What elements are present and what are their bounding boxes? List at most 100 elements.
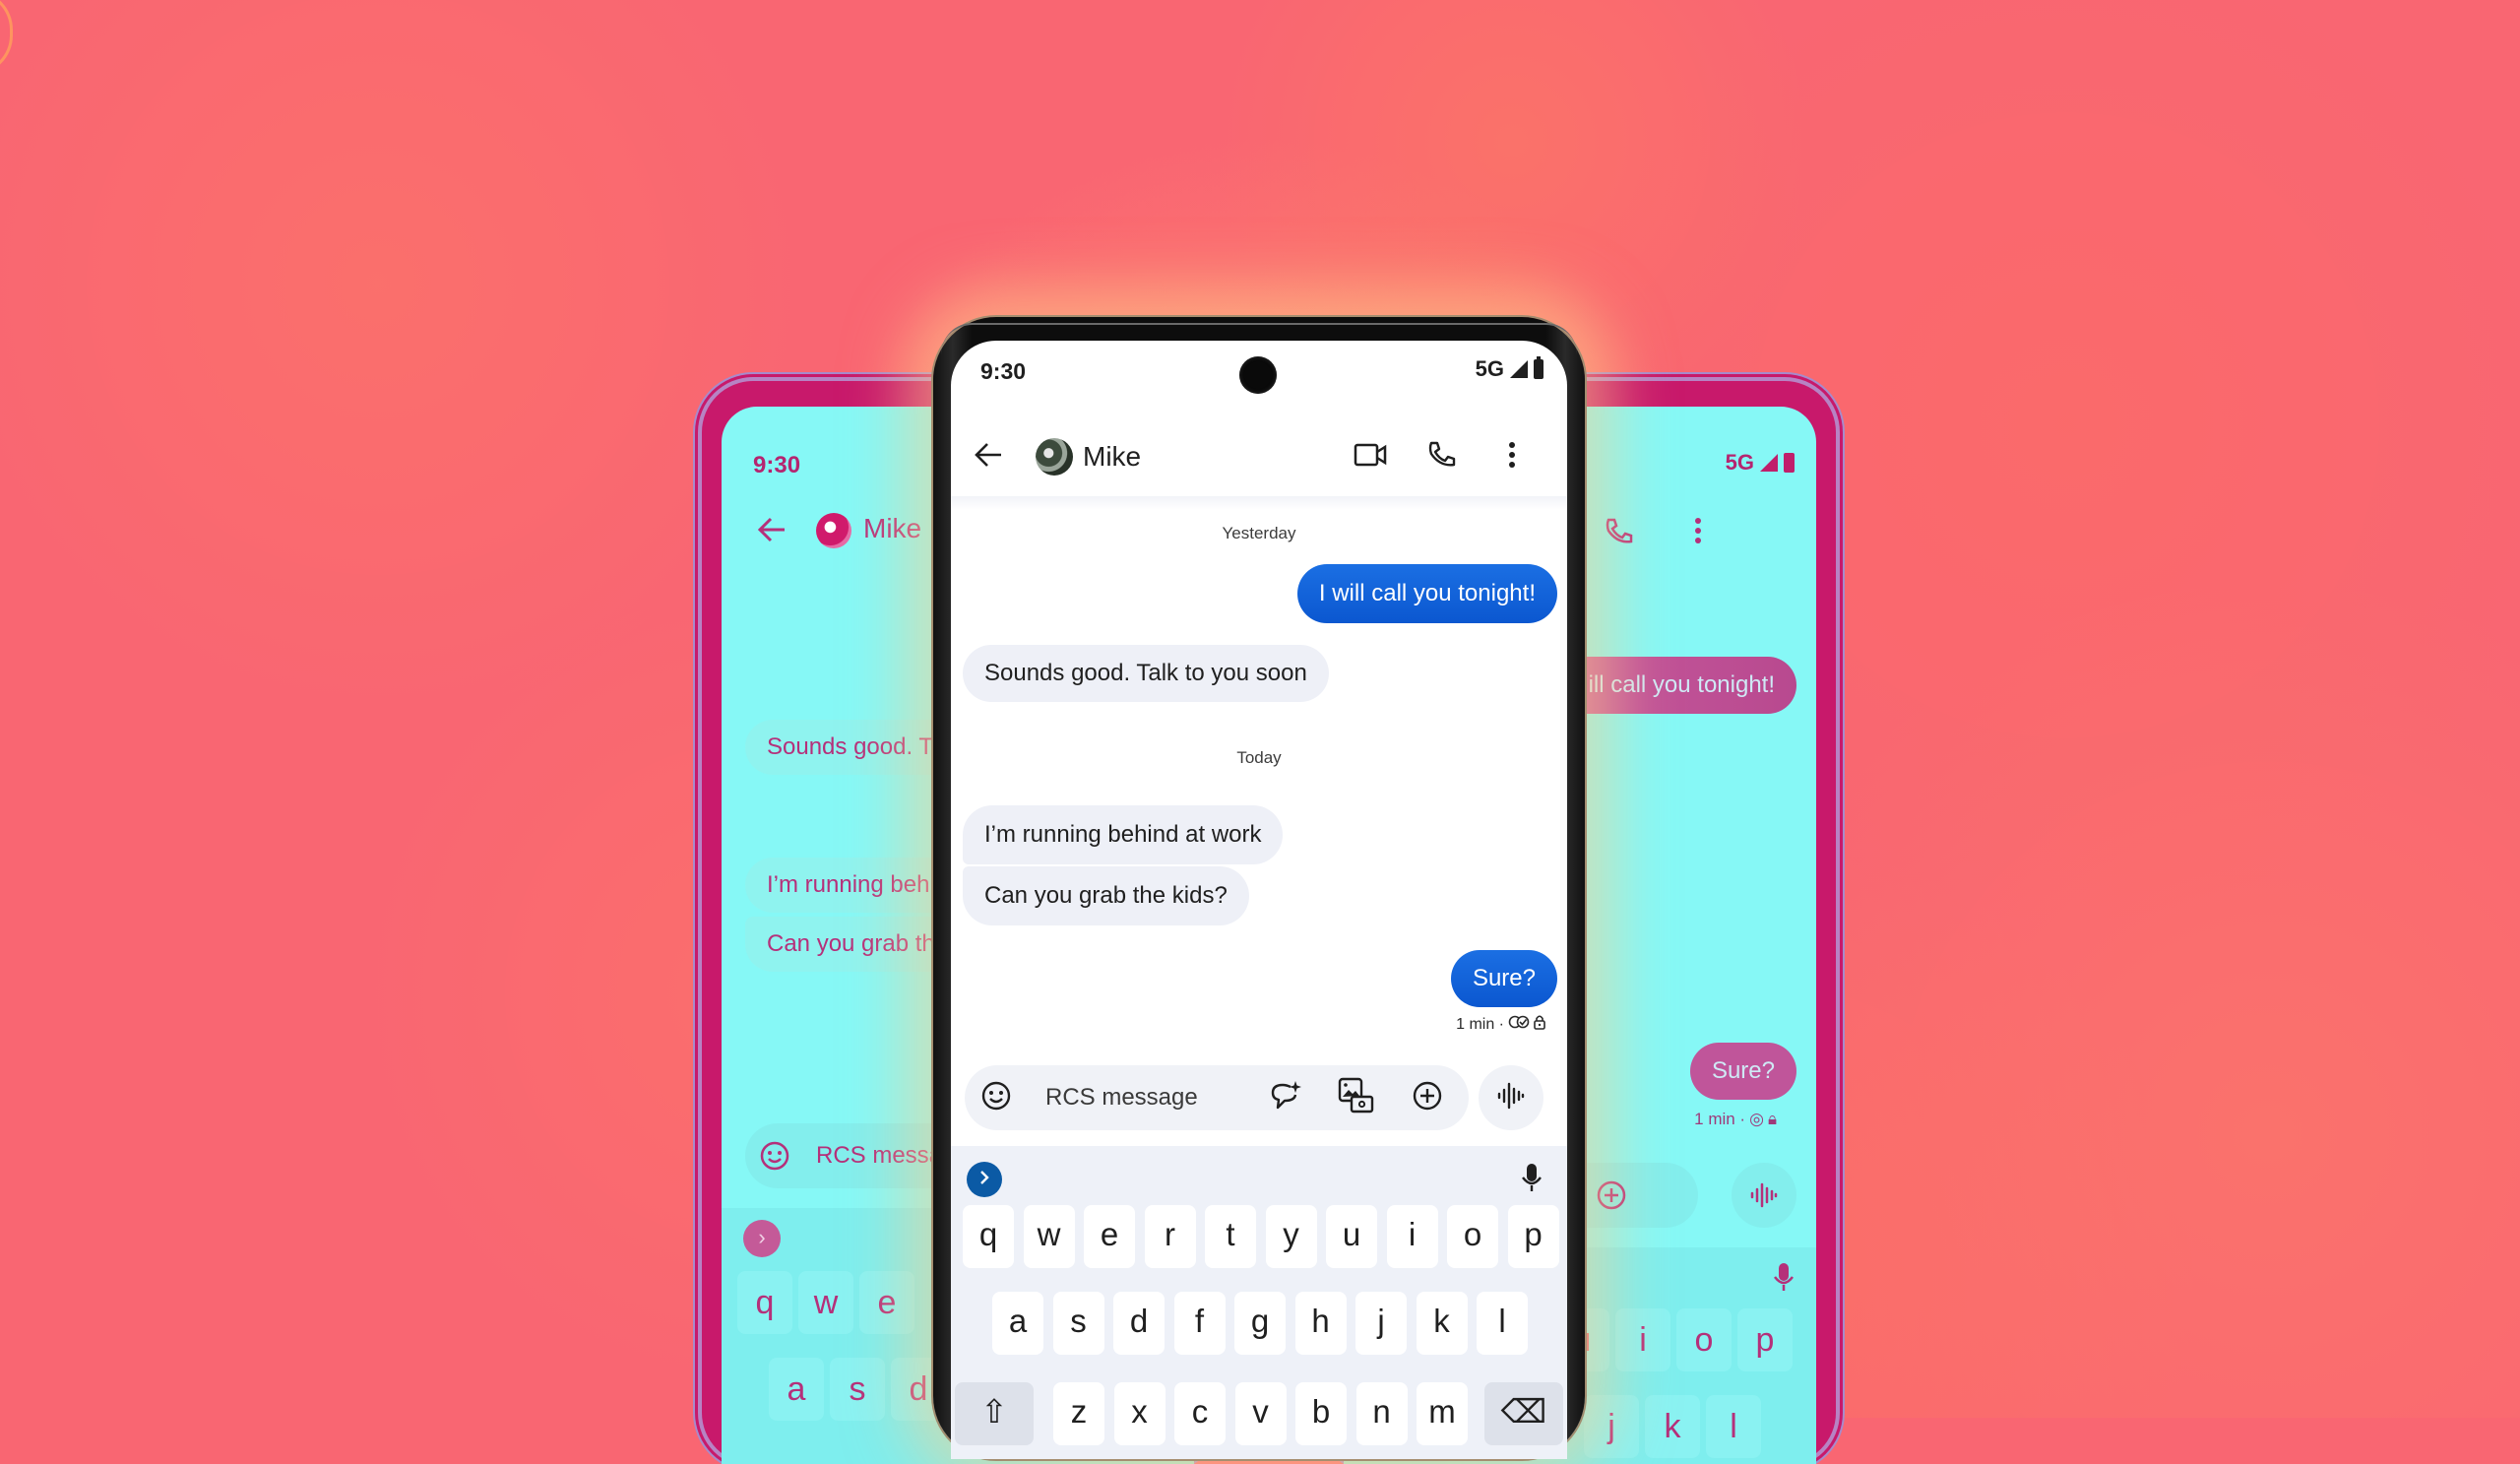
- backspace-key[interactable]: ⌫: [1484, 1382, 1563, 1445]
- conversation-header: Mike: [951, 423, 1567, 490]
- message-incoming[interactable]: I’m running behind at work: [963, 805, 1284, 864]
- left-compose-placeholder: RCS messa: [816, 1142, 943, 1169]
- right-lock-icon: 🔒︎: [1767, 1110, 1777, 1128]
- more-options-button[interactable]: [1490, 435, 1534, 478]
- back-button[interactable]: [969, 437, 1008, 477]
- message-input[interactable]: RCS message: [1045, 1065, 1198, 1130]
- chat-sparkle-icon: [1269, 1079, 1302, 1117]
- status-time: 9:30: [980, 358, 1027, 384]
- left-message: Can you grab th: [745, 917, 957, 972]
- key-v[interactable]: v: [1234, 1382, 1287, 1445]
- battery-icon: [1534, 356, 1544, 379]
- key-r[interactable]: r: [1144, 1205, 1196, 1268]
- contact-avatar[interactable]: [1036, 438, 1073, 476]
- right-key: l: [1706, 1395, 1761, 1458]
- left-expand-icon: ›: [743, 1220, 781, 1257]
- key-p[interactable]: p: [1507, 1205, 1559, 1268]
- key-s[interactable]: s: [1052, 1292, 1104, 1355]
- right-status-icons: 5G: [1726, 450, 1795, 476]
- voice-message-button[interactable]: [1479, 1065, 1544, 1130]
- shift-key[interactable]: ⇧: [955, 1382, 1034, 1445]
- date-separator: Yesterday: [1222, 524, 1296, 542]
- image-camera-icon: [1338, 1077, 1375, 1119]
- key-t[interactable]: t: [1205, 1205, 1256, 1268]
- video-call-button[interactable]: [1349, 435, 1392, 478]
- gallery-button[interactable]: [1335, 1076, 1378, 1119]
- right-network-label: 5G: [1725, 450, 1754, 475]
- chevron-right-icon: [978, 1170, 990, 1190]
- message-incoming[interactable]: Can you grab the kids?: [963, 866, 1249, 925]
- plus-circle-icon: [1412, 1080, 1443, 1116]
- key-e[interactable]: e: [1084, 1205, 1135, 1268]
- network-label: 5G: [1475, 356, 1504, 381]
- header-divider: [951, 496, 1567, 510]
- keyboard-mic-button[interactable]: [1512, 1160, 1551, 1199]
- emoji-button[interactable]: [975, 1076, 1018, 1119]
- key-g[interactable]: g: [1234, 1292, 1286, 1355]
- microphone-icon: [1521, 1162, 1543, 1198]
- right-plus-icon: [1596, 1179, 1627, 1216]
- signal-icon: [1510, 360, 1528, 378]
- right-signal-icon: [1760, 454, 1778, 472]
- more-vertical-icon: [1508, 441, 1516, 474]
- right-message-outgoing: Sure?: [1689, 1043, 1796, 1100]
- read-receipt-icon: [1508, 1015, 1530, 1034]
- right-meta-text: 1 min ·: [1694, 1110, 1746, 1128]
- compose-bar: RCS message: [965, 1065, 1469, 1130]
- right-mic-icon: [1773, 1261, 1795, 1298]
- right-key: p: [1737, 1308, 1793, 1371]
- key-d[interactable]: d: [1113, 1292, 1165, 1355]
- left-emoji-icon: [759, 1140, 790, 1177]
- left-avatar: [816, 513, 851, 548]
- key-o[interactable]: o: [1447, 1205, 1498, 1268]
- messages-screen: 9:30 5G Mike Yesterday I will call you t…: [951, 341, 1567, 1459]
- magic-compose-button[interactable]: [1264, 1076, 1307, 1119]
- key-a[interactable]: a: [992, 1292, 1043, 1355]
- left-contact-name: Mike: [863, 513, 922, 543]
- key-w[interactable]: w: [1023, 1205, 1075, 1268]
- key-h[interactable]: h: [1294, 1292, 1347, 1355]
- message-time: 1 min ·: [1456, 1015, 1504, 1033]
- key-x[interactable]: x: [1113, 1382, 1166, 1445]
- message-incoming[interactable]: Sounds good. Talk to you soon: [963, 645, 1329, 702]
- right-phone-icon: [1604, 517, 1633, 551]
- attach-button[interactable]: [1406, 1076, 1449, 1119]
- key-k[interactable]: k: [1416, 1292, 1468, 1355]
- key-m[interactable]: m: [1417, 1382, 1468, 1445]
- key-b[interactable]: b: [1295, 1382, 1347, 1445]
- right-key: k: [1645, 1395, 1700, 1458]
- right-key: j: [1584, 1395, 1639, 1458]
- status-icons: 5G: [1476, 356, 1544, 382]
- left-key: w: [798, 1271, 853, 1334]
- date-separator: Today: [1236, 748, 1282, 767]
- key-z[interactable]: z: [1053, 1382, 1104, 1445]
- right-voice-icon: [1732, 1163, 1796, 1228]
- keyboard-expand-button[interactable]: [967, 1162, 1002, 1197]
- left-message: I’m running behi: [745, 858, 957, 913]
- key-q[interactable]: q: [963, 1205, 1014, 1268]
- key-i[interactable]: i: [1386, 1205, 1438, 1268]
- key-f[interactable]: f: [1173, 1292, 1226, 1355]
- key-l[interactable]: l: [1477, 1292, 1528, 1355]
- key-u[interactable]: u: [1326, 1205, 1377, 1268]
- left-key: q: [737, 1271, 792, 1334]
- right-more-icon: [1694, 517, 1702, 549]
- voice-call-button[interactable]: [1419, 435, 1463, 478]
- main-phone: 9:30 5G Mike Yesterday I will call you t…: [933, 317, 1585, 1459]
- key-n[interactable]: n: [1355, 1382, 1408, 1445]
- on-screen-keyboard: qwertyuiop asdfghjkl ⇧ ⌫ zxcvbnm: [951, 1146, 1567, 1459]
- right-key: o: [1676, 1308, 1732, 1371]
- right-key: i: [1615, 1308, 1670, 1371]
- front-camera: [1239, 356, 1277, 394]
- message-outgoing[interactable]: I will call you tonight!: [1296, 564, 1557, 623]
- key-j[interactable]: j: [1355, 1292, 1407, 1355]
- key-c[interactable]: c: [1174, 1382, 1226, 1445]
- contact-name[interactable]: Mike: [1083, 437, 1141, 477]
- right-battery-icon: [1784, 453, 1795, 473]
- right-message-meta: 1 min · ◎ 🔒︎: [1694, 1110, 1777, 1129]
- key-y[interactable]: y: [1265, 1205, 1317, 1268]
- smiley-icon: [980, 1080, 1012, 1116]
- left-key: a: [769, 1358, 824, 1421]
- phone-icon: [1426, 440, 1456, 475]
- message-outgoing[interactable]: Sure?: [1450, 950, 1557, 1007]
